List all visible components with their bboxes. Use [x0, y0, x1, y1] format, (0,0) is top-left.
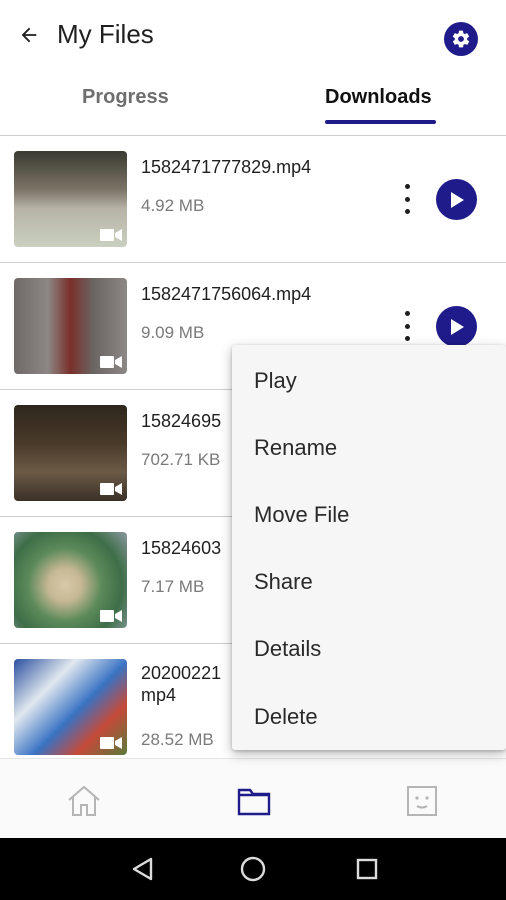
video-camera-icon [100, 737, 122, 749]
file-size: 28.52 MB [141, 730, 214, 749]
more-options-button[interactable] [398, 184, 416, 214]
page-title: My Files [57, 19, 154, 49]
video-camera-icon [100, 483, 122, 495]
play-icon [450, 191, 464, 208]
app-root: My Files Progress Downloads 158247177782… [0, 0, 506, 900]
menu-item-rename[interactable]: Rename [232, 414, 506, 481]
menu-item-delete[interactable]: Delete [232, 683, 506, 750]
triangle-back-icon [132, 857, 153, 881]
profile-icon [407, 786, 437, 816]
system-back-button[interactable] [128, 854, 158, 884]
play-icon [450, 318, 464, 335]
file-name: 1582471756064.mp4 [141, 284, 312, 304]
file-name: 15824603 [141, 538, 222, 558]
file-size: 702.71 KB [141, 450, 221, 469]
system-navigation-bar [0, 838, 506, 900]
file-name-line2: mp4 [141, 685, 177, 705]
more-options-button[interactable] [398, 311, 416, 341]
video-thumbnail [14, 405, 127, 501]
settings-button[interactable] [444, 22, 478, 56]
menu-item-play[interactable]: Play [232, 347, 506, 414]
bottom-navigation [0, 758, 506, 838]
file-size: 7.17 MB [141, 577, 205, 596]
nav-files-button[interactable] [234, 781, 274, 821]
system-home-button[interactable] [238, 854, 268, 884]
nav-home-button[interactable] [64, 781, 104, 821]
video-camera-icon [100, 356, 122, 368]
system-recents-button[interactable] [352, 854, 382, 884]
menu-item-move-file[interactable]: Move File [232, 481, 506, 548]
play-button[interactable] [436, 179, 477, 220]
more-vert-icon [404, 311, 410, 316]
more-vert-icon [404, 184, 410, 189]
video-camera-icon [100, 610, 122, 622]
video-thumbnail [14, 532, 127, 628]
arrow-left-icon [21, 27, 37, 43]
back-button[interactable] [14, 20, 44, 50]
nav-profile-button[interactable] [402, 781, 442, 821]
file-name: 15824695 [141, 411, 222, 431]
file-name-line1: 20200221 [141, 663, 222, 683]
file-name: 20200221 mp4 [141, 662, 221, 706]
file-size: 4.92 MB [141, 196, 205, 215]
video-thumbnail [14, 659, 127, 755]
folder-icon [237, 788, 271, 816]
play-button[interactable] [436, 306, 477, 347]
menu-item-share[interactable]: Share [232, 548, 506, 615]
tab-progress[interactable]: Progress [82, 86, 169, 126]
video-camera-icon [100, 229, 122, 241]
video-thumbnail [14, 278, 127, 374]
gear-icon [452, 30, 470, 48]
active-tab-indicator [325, 120, 436, 124]
file-size: 9.09 MB [141, 323, 205, 342]
video-thumbnail [14, 151, 127, 247]
app-header: My Files [0, 0, 506, 72]
square-recents-icon [356, 858, 378, 880]
file-name: 1582471777829.mp4 [141, 157, 312, 177]
home-icon [68, 785, 100, 816]
circle-home-icon [240, 856, 266, 882]
tab-bar: Progress Downloads [0, 78, 506, 136]
file-context-menu: Play Rename Move File Share Details Dele… [232, 345, 506, 750]
list-item[interactable]: 1582471777829.mp4 4.92 MB [0, 136, 506, 263]
menu-item-details[interactable]: Details [232, 615, 506, 682]
